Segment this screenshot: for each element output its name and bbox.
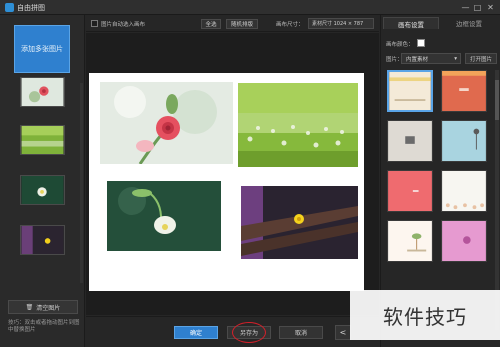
collage-window: 自由拼图 — □ ✕ 添加多张图片 🗑 清空图片 技巧：双击或者拖动图片到图中替… [0,0,500,347]
photo-white-flower[interactable] [107,181,221,251]
background-tile-image [388,121,432,161]
thumbnail-scrollbar[interactable] [80,83,83,283]
canvas-area [86,33,379,315]
thumbnail-bench[interactable] [20,225,65,255]
background-tile[interactable] [441,220,487,262]
window-title: 自由拼图 [17,4,45,12]
add-images-button[interactable]: 添加多张图片 [14,25,70,73]
background-tile-image [389,72,431,110]
background-tile[interactable] [441,70,487,112]
clear-images-label: 清空图片 [36,304,61,312]
photo-grass[interactable] [238,83,358,167]
image-source-select[interactable]: 内置素材 ▾ [401,53,461,64]
minimize-icon[interactable]: — [460,2,471,13]
random-layout-button[interactable]: 随机排版 [226,19,258,29]
auto-fill-checkbox[interactable] [91,20,98,27]
tab-canvas-settings[interactable]: 画布设置 [383,17,439,29]
background-tile-image [442,221,486,261]
highlight-circle [232,322,266,343]
cancel-button[interactable]: 取消 [279,326,323,339]
photo-rose[interactable] [100,82,233,164]
background-tile-image [442,121,486,161]
thumbnail-grass[interactable] [20,125,65,155]
background-tile-image [442,171,486,211]
background-tile-image [388,221,432,261]
tab-border-settings[interactable]: 边框设置 [441,17,497,29]
app-icon [5,3,14,12]
image-source-value: 内置素材 [406,56,429,63]
background-tile-image [442,71,486,111]
thumbnail-rose-image [21,78,64,106]
close-icon[interactable]: ✕ [485,2,496,13]
background-tile[interactable] [441,120,487,162]
background-tile[interactable] [387,120,433,162]
trash-icon: 🗑 [25,303,34,311]
background-tile[interactable] [387,170,433,212]
watermark: 软件技巧 [350,290,500,340]
top-toolbar: 图片自动选入画布 全选 随机排版 画布尺寸： 素材尺寸 1024 × 787 [86,15,379,32]
bg-color-swatch[interactable] [417,39,425,47]
ok-button[interactable]: 确定 [174,326,218,339]
bottom-action-bar: 确定 另存为 取消 < [86,316,379,347]
canvas-size-label: 画布尺寸： [276,22,304,28]
open-image-button[interactable]: 打开图片 [465,53,497,64]
background-tile[interactable] [387,220,433,262]
tip-text: 技巧：双击或者拖动图片到图中替换图片 [8,320,80,333]
thumbnail-white-flower-image [21,176,64,204]
scrollbar-thumb[interactable] [495,80,499,120]
thumbnail-rose[interactable] [20,77,65,107]
auto-fill-label: 图片自动选入画布 [101,22,146,28]
background-tile[interactable] [441,170,487,212]
background-tile[interactable] [387,70,433,112]
clear-images-button[interactable]: 🗑 清空图片 [8,300,78,314]
share-icon[interactable]: < [335,325,351,340]
canvas-size-select[interactable]: 素材尺寸 1024 × 787 [308,18,374,29]
chevron-down-icon: ▾ [454,55,457,62]
background-tile-image [388,171,432,211]
maximize-icon[interactable]: □ [472,2,483,13]
title-bar: 自由拼图 — □ ✕ [0,0,500,15]
select-all-button[interactable]: 全选 [201,19,221,29]
thumbnail-white-flower[interactable] [20,175,65,205]
thumbnail-bench-image [21,226,64,254]
image-list-panel: 添加多张图片 🗑 清空图片 技巧：双击或者拖动图片到图中替换图片 [0,15,85,347]
photo-bench[interactable] [241,186,358,259]
collage-canvas[interactable] [89,73,364,291]
bg-color-label: 画布颜色： [386,42,414,48]
thumbnail-grass-image [21,126,64,154]
